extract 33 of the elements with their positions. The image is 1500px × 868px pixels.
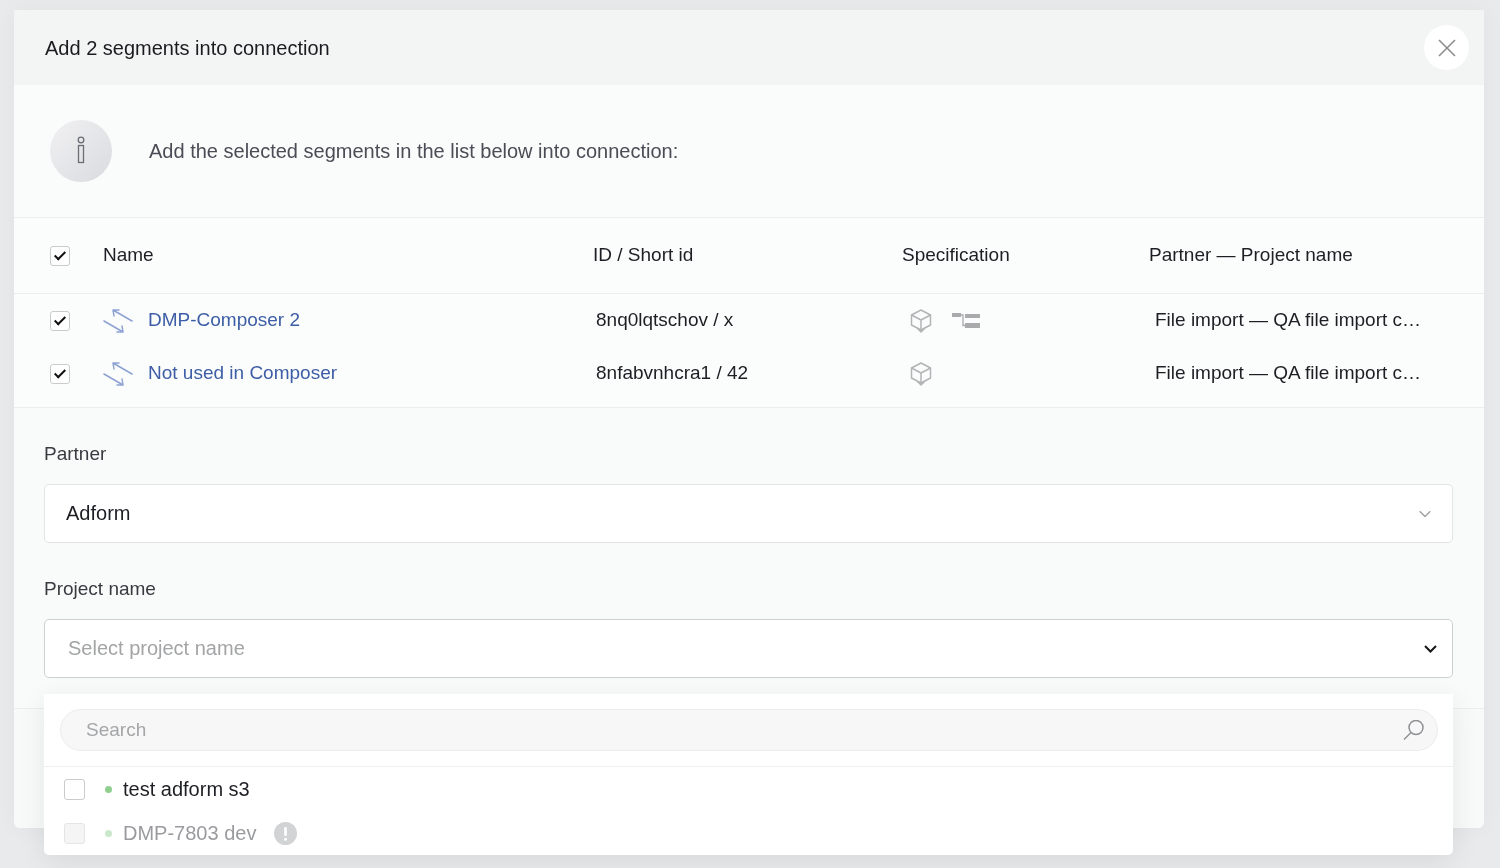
select-field[interactable]: Adform — [44, 484, 1453, 543]
segment-id: 8nfabvnhcra1 / 42 — [596, 362, 749, 384]
segment-link[interactable]: DMP-Composer 2 — [148, 306, 301, 335]
hierarchy-icon — [952, 312, 980, 329]
select-field[interactable]: Select project name — [44, 619, 1453, 678]
field-label: Partner — [44, 442, 107, 466]
chevron-down-icon — [1419, 510, 1431, 517]
column-header: Specification — [902, 244, 1010, 266]
sync-arrows-icon — [103, 361, 133, 386]
info-icon — [50, 120, 112, 182]
partner-project-text: File import — QA file import c… — [1155, 362, 1422, 384]
dialog-title: Add 2 segments into connection — [45, 35, 330, 60]
segment-id: 8nq0lqtschov / x — [596, 309, 734, 331]
cube-icon — [910, 361, 932, 386]
segment-link[interactable]: Not used in Composer — [148, 359, 338, 388]
chevron-down-icon — [1424, 644, 1437, 653]
row-checkbox[interactable] — [50, 363, 70, 384]
option-label: DMP-7803 dev — [123, 821, 257, 846]
sync-arrows-icon — [103, 308, 133, 333]
field-label: Project name — [44, 577, 156, 601]
close-icon — [1437, 38, 1456, 57]
row-checkbox[interactable] — [50, 310, 70, 331]
info-text: Add the selected segments in the list below into connection: — [149, 139, 679, 164]
column-header: ID / Short id — [593, 244, 694, 266]
option-checkbox[interactable] — [64, 778, 85, 800]
partner-project-text: File import — QA file import c… — [1155, 309, 1422, 331]
column-header: Name — [103, 244, 154, 266]
column-header: Partner — Project name — [1149, 244, 1353, 266]
select-all-checkbox[interactable] — [50, 245, 70, 266]
search-icon — [1403, 719, 1424, 741]
cube-icon — [910, 308, 932, 333]
search-field[interactable]: Search — [60, 709, 1438, 751]
option-label[interactable]: test adform s3 — [123, 774, 250, 804]
